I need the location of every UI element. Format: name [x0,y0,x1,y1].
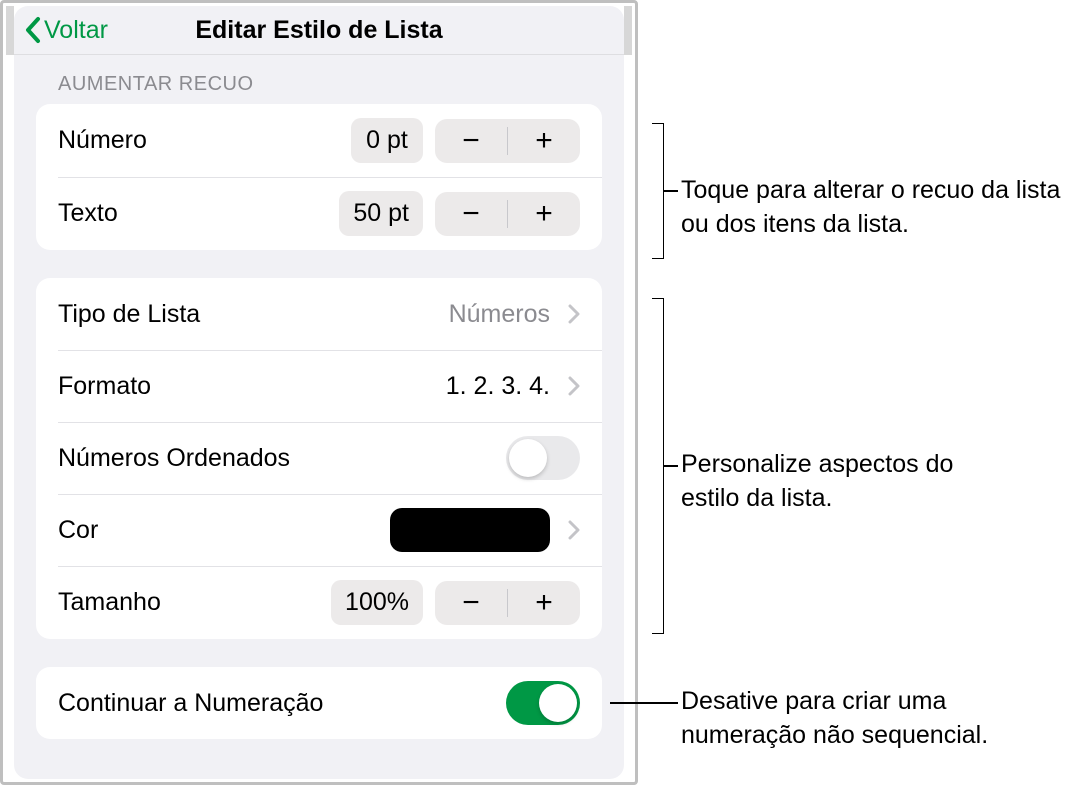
chevron-left-icon [24,16,42,44]
label-list-type: Tipo de Lista [58,300,200,329]
style-group: Tipo de Lista Números Formato 1. 2. 3. 4… [36,278,602,639]
label-text: Texto [58,199,118,228]
value-format: 1. 2. 3. 4. [446,372,550,401]
row-list-type[interactable]: Tipo de Lista Números [36,278,602,350]
increase-text-indent-button[interactable]: + [508,192,580,236]
decrease-number-indent-button[interactable]: − [435,119,507,163]
label-color: Cor [58,516,98,545]
decrease-size-button[interactable]: − [435,581,507,625]
label-continue-numbering: Continuar a Numeração [58,689,323,718]
stepper-number-indent: − + [435,119,580,163]
annotation-style: Personalize aspectos do estilo da lista. [681,448,1001,516]
label-size: Tamanho [58,588,161,617]
increase-number-indent-button[interactable]: + [508,119,580,163]
row-number-indent: Número 0 pt − + [36,104,602,177]
row-continue-numbering: Continuar a Numeração [36,667,602,739]
color-swatch [390,508,550,552]
panel-header: Voltar Editar Estilo de Lista [14,6,624,55]
increase-size-button[interactable]: + [508,581,580,625]
decrease-text-indent-button[interactable]: − [435,192,507,236]
indent-group: Número 0 pt − + Texto [36,104,602,250]
back-label: Voltar [44,16,108,45]
label-ordered-numbers: Números Ordenados [58,444,290,473]
stepper-text-indent: − + [435,192,580,236]
annotation-continue: Desative para criar uma numeração não se… [681,685,1061,753]
row-size: Tamanho 100% − + [36,566,602,639]
back-button[interactable]: Voltar [24,16,108,45]
value-number-indent[interactable]: 0 pt [351,118,423,163]
annotations-layer: Toque para alterar o recuo da lista ou d… [638,0,1073,785]
label-number: Número [58,126,147,155]
row-format[interactable]: Formato 1. 2. 3. 4. [36,350,602,422]
row-text-indent: Texto 50 pt − + [36,177,602,250]
label-format: Formato [58,372,151,401]
value-size[interactable]: 100% [331,580,423,625]
annotation-indent: Toque para alterar o recuo da lista ou d… [681,174,1061,242]
chevron-right-icon [568,520,580,540]
continue-group: Continuar a Numeração [36,667,602,739]
chevron-right-icon [568,304,580,324]
value-list-type: Números [449,300,550,329]
stepper-size: − + [435,581,580,625]
chevron-right-icon [568,376,580,396]
section-label-indent: AUMENTAR RECUO [58,73,602,96]
toggle-continue-numbering[interactable] [506,681,580,725]
row-ordered-numbers: Números Ordenados [36,422,602,494]
panel-title: Editar Estilo de Lista [195,16,442,45]
toggle-ordered-numbers[interactable] [506,436,580,480]
value-text-indent[interactable]: 50 pt [339,191,423,236]
row-color[interactable]: Cor [36,494,602,566]
